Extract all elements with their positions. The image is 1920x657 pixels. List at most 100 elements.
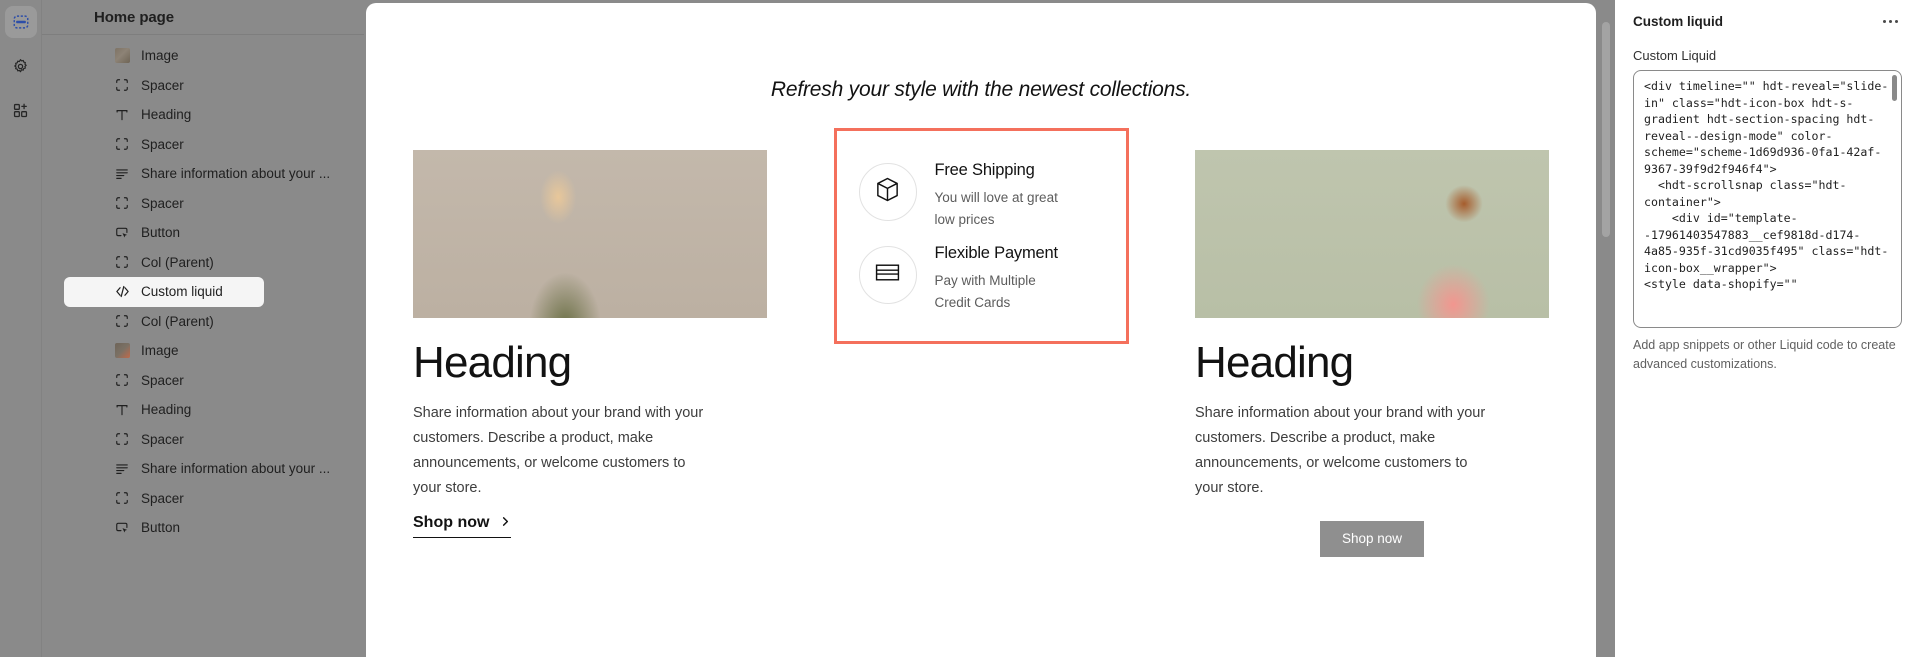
sections-icon xyxy=(12,13,30,31)
more-options-icon[interactable] xyxy=(1879,14,1902,29)
theme-settings-button[interactable] xyxy=(5,50,37,82)
sidebar-item-label: Spacer xyxy=(141,372,184,388)
sidebar-item-label: Button xyxy=(141,520,181,536)
icon-box-subtitle: Pay with Multiple Credit Cards xyxy=(934,273,1036,310)
sidebar-item-label: Button xyxy=(141,225,181,241)
sidebar-item[interactable]: Col (Parent) xyxy=(42,307,364,337)
page-title: Home page xyxy=(94,8,174,26)
sidebar-item[interactable]: Col (Parent) xyxy=(42,248,364,278)
sidebar-item[interactable]: Spacer xyxy=(42,425,364,455)
icon-box-row: Flexible Payment Pay with Multiple Credi… xyxy=(837,236,1126,319)
left-column-heading: Heading xyxy=(413,338,572,387)
right-column-body: Share information about your brand with … xyxy=(1195,405,1486,496)
custom-liquid-help-text: Add app snippets or other Liquid code to… xyxy=(1633,338,1896,371)
sidebar-item-label: Spacer xyxy=(141,195,184,211)
left-shop-now-label: Shop now xyxy=(413,513,490,531)
left-column-body: Share information about your brand with … xyxy=(413,405,704,496)
sidebar-item-label: Custom liquid xyxy=(141,284,223,300)
spacer-icon xyxy=(114,254,130,270)
sidebar-item-label: Spacer xyxy=(141,431,184,447)
storefront-preview: Refresh your style with the newest colle… xyxy=(366,3,1596,657)
sidebar-item-label: Spacer xyxy=(141,77,184,93)
preview-column-left: Heading Share information about your bra… xyxy=(413,150,767,557)
sidebar-header: Home page xyxy=(42,0,364,35)
sidebar-item[interactable]: Share information about your ... xyxy=(42,159,364,189)
sidebar-item[interactable]: Heading xyxy=(42,100,364,130)
sidebar-item-selected[interactable]: Custom liquid xyxy=(64,277,264,307)
sidebar-item-label: Heading xyxy=(141,107,192,123)
right-column-heading: Heading xyxy=(1195,338,1354,387)
sidebar-item-label: Image xyxy=(141,48,179,64)
sidebar-item-label: Image xyxy=(141,343,179,359)
icon-box-subtitle: You will love at great low prices xyxy=(934,190,1058,227)
spacer-icon xyxy=(114,195,130,211)
sections-sidebar: Home page Image Spacer Heading Spacer Share … xyxy=(42,0,364,657)
custom-liquid-icon-box[interactable]: Free Shipping You will love at great low… xyxy=(833,128,1129,345)
sidebar-item[interactable]: Spacer xyxy=(42,130,364,160)
preview-columns: Heading Share information about your bra… xyxy=(366,128,1596,557)
credit-card-icon xyxy=(874,261,901,289)
custom-liquid-code-value: <div timeline="" hdt-reveal="slide-in" c… xyxy=(1644,79,1889,291)
apps-button[interactable] xyxy=(5,94,37,126)
rich-text-icon xyxy=(114,461,130,477)
sidebar-item-label: Share information about your ... xyxy=(141,166,331,182)
custom-liquid-code-field[interactable]: <div timeline="" hdt-reveal="slide-in" c… xyxy=(1633,70,1902,328)
image-thumbnail-icon-b xyxy=(114,343,130,359)
preview-column-right: Heading Share information about your bra… xyxy=(1195,150,1549,557)
sidebar-item[interactable]: Share information about your ... xyxy=(42,454,364,484)
sidebar-item-label: Share information about your ... xyxy=(141,461,331,477)
sidebar-item-label: Col (Parent) xyxy=(141,313,214,329)
code-field-scrollbar-thumb[interactable] xyxy=(1892,75,1897,101)
add-apps-icon xyxy=(12,102,29,119)
spacer-icon xyxy=(114,313,130,329)
spacer-icon xyxy=(114,431,130,447)
sections-icon-button[interactable] xyxy=(4,6,37,38)
sidebar-item[interactable]: Button xyxy=(42,513,364,543)
settings-gear-icon xyxy=(12,58,29,75)
preview-tagline: Refresh your style with the newest colle… xyxy=(770,78,1192,101)
icon-circle xyxy=(858,163,917,221)
icon-box-title: Free Shipping xyxy=(934,161,1035,179)
sidebar-item[interactable]: Image xyxy=(42,336,364,366)
layer-list: Image Spacer Heading Spacer Share informatio… xyxy=(42,35,364,543)
left-column-image xyxy=(413,150,767,318)
sidebar-item[interactable]: Heading xyxy=(42,395,364,425)
icon-circle xyxy=(858,246,917,305)
sidebar-item-label: Heading xyxy=(141,402,192,418)
sidebar-item[interactable]: Spacer xyxy=(42,189,364,219)
preview-scrollbar-thumb[interactable] xyxy=(1602,22,1610,237)
sidebar-item[interactable]: Spacer xyxy=(42,71,364,101)
button-cursor-icon xyxy=(114,520,130,536)
spacer-icon xyxy=(114,372,130,388)
settings-panel-title: Custom liquid xyxy=(1633,13,1723,29)
sidebar-item[interactable]: Spacer xyxy=(42,484,364,514)
sidebar-item[interactable]: Spacer xyxy=(42,366,364,396)
image-thumbnail-icon xyxy=(114,48,130,64)
preview-column-middle: Free Shipping You will love at great low… xyxy=(767,128,1195,557)
custom-liquid-field-label: Custom Liquid xyxy=(1633,48,1717,63)
sidebar-item-label: Spacer xyxy=(141,136,184,152)
spacer-icon xyxy=(114,490,130,506)
sidebar-item[interactable]: Button xyxy=(42,218,364,248)
chevron-right-icon xyxy=(500,514,511,532)
sidebar-item[interactable]: Image xyxy=(42,41,364,71)
spacer-icon xyxy=(114,136,130,152)
text-heading-icon xyxy=(114,402,130,418)
preview-area: Refresh your style with the newest colle… xyxy=(364,0,1615,657)
button-cursor-icon xyxy=(114,225,130,241)
right-column-image xyxy=(1195,150,1549,318)
rich-text-icon xyxy=(114,166,130,182)
sidebar-item-label: Col (Parent) xyxy=(141,254,214,270)
text-heading-icon xyxy=(114,107,130,123)
left-icon-rail xyxy=(0,0,42,657)
box-package-icon xyxy=(874,176,901,208)
left-shop-now-link[interactable]: Shop now xyxy=(413,513,512,538)
block-settings-panel: Custom liquid Custom Liquid <div timelin… xyxy=(1615,0,1920,657)
theme-editor-window: Home page Image Spacer Heading Spacer Share … xyxy=(0,0,1920,657)
icon-box-row: Free Shipping You will love at great low… xyxy=(837,153,1126,236)
icon-box-title: Flexible Payment xyxy=(934,244,1059,263)
spacer-icon xyxy=(114,77,130,93)
sidebar-item-label: Spacer xyxy=(141,490,184,506)
right-shop-now-button[interactable]: Shop now xyxy=(1320,520,1424,557)
code-icon xyxy=(114,284,130,300)
